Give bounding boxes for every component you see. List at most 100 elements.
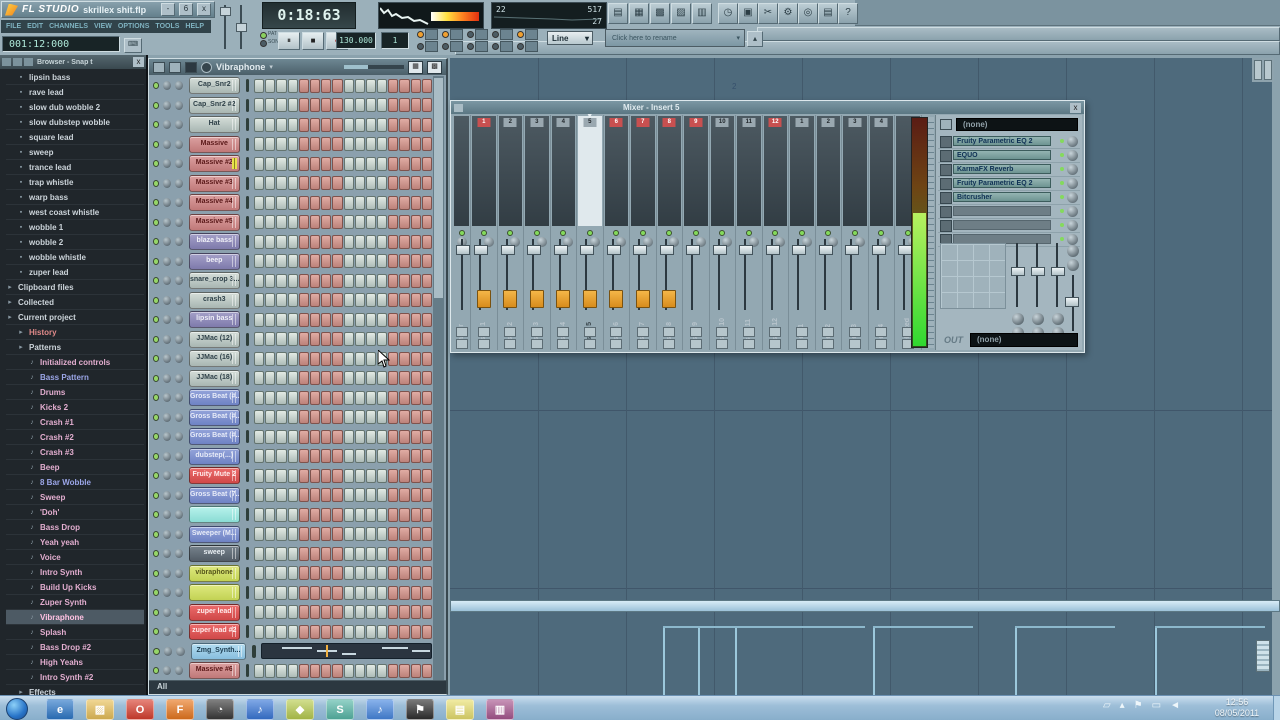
menu-tools[interactable]: TOOLS bbox=[155, 23, 179, 30]
track-link-button[interactable] bbox=[742, 339, 755, 349]
step-16[interactable] bbox=[421, 605, 432, 620]
open-folder-icon[interactable]: ▱ bbox=[1103, 700, 1111, 711]
channel-pan-knob[interactable] bbox=[163, 490, 172, 500]
step-8[interactable] bbox=[332, 527, 343, 542]
itunes-icon[interactable]: ♪ bbox=[246, 699, 274, 720]
step-11[interactable] bbox=[365, 156, 377, 171]
track-rec-button[interactable] bbox=[769, 327, 782, 337]
channel-button-fruity-mute-2[interactable]: Fruity Mute 2 bbox=[188, 467, 240, 485]
browser-item-lipsin-bass[interactable]: ▪ lipsin bass bbox=[6, 70, 144, 85]
step-16[interactable] bbox=[421, 566, 432, 581]
step-7[interactable] bbox=[321, 234, 332, 249]
step-4[interactable] bbox=[287, 371, 298, 386]
step-1[interactable] bbox=[254, 429, 265, 444]
pause-button[interactable]: ⏸ bbox=[278, 32, 300, 50]
step-12[interactable] bbox=[377, 488, 388, 503]
step-15[interactable] bbox=[410, 332, 421, 347]
step-9[interactable] bbox=[343, 624, 354, 639]
step-16[interactable] bbox=[421, 449, 432, 464]
step-16[interactable] bbox=[421, 117, 432, 132]
step-13[interactable] bbox=[388, 293, 399, 308]
step-4[interactable] bbox=[287, 468, 298, 483]
step-9[interactable] bbox=[343, 195, 354, 210]
track-fader[interactable] bbox=[845, 245, 859, 255]
step-2[interactable] bbox=[265, 390, 276, 405]
track-fader[interactable] bbox=[712, 245, 727, 255]
step-6[interactable] bbox=[309, 215, 321, 230]
channel-enable-led[interactable] bbox=[153, 647, 160, 655]
step-7[interactable] bbox=[321, 390, 332, 405]
track-rec-button[interactable] bbox=[557, 327, 570, 337]
step-10[interactable] bbox=[354, 624, 365, 639]
step-3[interactable] bbox=[276, 98, 287, 113]
step-12[interactable] bbox=[377, 273, 388, 288]
channel-enable-led[interactable] bbox=[153, 433, 160, 441]
step-11[interactable] bbox=[365, 624, 377, 639]
step-15[interactable] bbox=[410, 410, 421, 425]
browser-item-trap-whistle[interactable]: ▪ trap whistle bbox=[6, 175, 144, 190]
mixer-track-insert-10[interactable]: 10 Insert 10 bbox=[710, 115, 736, 350]
channel-enable-led[interactable] bbox=[153, 238, 160, 246]
step-11[interactable] bbox=[365, 429, 377, 444]
step-5[interactable] bbox=[298, 215, 309, 230]
step-9[interactable] bbox=[343, 176, 354, 191]
step-14[interactable] bbox=[399, 78, 410, 93]
mixer-titlebar[interactable]: Mixer - Insert 5 x bbox=[451, 101, 1084, 114]
step-7[interactable] bbox=[321, 137, 332, 152]
channel-volume-knob[interactable] bbox=[175, 627, 183, 637]
mixer-track-insert-8[interactable]: 8 Insert 8 bbox=[657, 115, 683, 350]
channel-volume-knob[interactable] bbox=[175, 276, 183, 286]
track-fader[interactable] bbox=[871, 245, 886, 255]
step-10[interactable] bbox=[354, 293, 365, 308]
step-16[interactable] bbox=[421, 546, 432, 561]
step-2[interactable] bbox=[265, 429, 276, 444]
channel-mute-indicator[interactable] bbox=[245, 352, 250, 366]
step-10[interactable] bbox=[354, 449, 365, 464]
step-12[interactable] bbox=[377, 78, 388, 93]
step-2[interactable] bbox=[265, 507, 276, 522]
step-13[interactable] bbox=[388, 117, 399, 132]
step-4[interactable] bbox=[287, 449, 298, 464]
step-5[interactable] bbox=[298, 449, 309, 464]
step-15[interactable] bbox=[410, 273, 421, 288]
browser-item-intro-synth[interactable]: ♪ Intro Synth bbox=[6, 565, 144, 580]
step-15[interactable] bbox=[410, 585, 421, 600]
track-fader[interactable] bbox=[580, 245, 594, 255]
step-9[interactable] bbox=[343, 351, 354, 366]
step-13[interactable] bbox=[388, 234, 399, 249]
step-9[interactable] bbox=[343, 137, 354, 152]
step-7[interactable] bbox=[321, 117, 332, 132]
fx-slot-2[interactable]: EQUO bbox=[938, 149, 1080, 163]
track-mute-led[interactable] bbox=[458, 230, 465, 236]
channel-volume-knob[interactable] bbox=[175, 217, 183, 227]
step-8[interactable] bbox=[332, 566, 343, 581]
step-13[interactable] bbox=[388, 254, 399, 269]
step-11[interactable] bbox=[365, 98, 377, 113]
track-link-button[interactable] bbox=[455, 339, 468, 349]
step-13[interactable] bbox=[388, 663, 399, 678]
step-11[interactable] bbox=[365, 273, 377, 288]
step-13[interactable] bbox=[388, 215, 399, 230]
step-7[interactable] bbox=[321, 176, 332, 191]
step-6[interactable] bbox=[309, 176, 321, 191]
channel-pan-knob[interactable] bbox=[163, 451, 172, 461]
track-fader[interactable] bbox=[818, 245, 833, 255]
channel-mute-indicator[interactable] bbox=[245, 215, 250, 229]
step-15[interactable] bbox=[410, 371, 421, 386]
step-13[interactable] bbox=[388, 332, 399, 347]
fx-preset-icon[interactable] bbox=[940, 119, 952, 130]
step-11[interactable] bbox=[365, 605, 377, 620]
channel-mute-indicator[interactable] bbox=[245, 274, 250, 288]
step-11[interactable] bbox=[365, 78, 377, 93]
step-4[interactable] bbox=[287, 605, 298, 620]
step-10[interactable] bbox=[354, 488, 365, 503]
channel-enable-led[interactable] bbox=[153, 667, 160, 675]
channel-enable-led[interactable] bbox=[153, 589, 160, 597]
step-4[interactable] bbox=[287, 351, 298, 366]
mixer-close-button[interactable]: x bbox=[1070, 102, 1081, 113]
step-16[interactable] bbox=[421, 624, 432, 639]
mixer-track-send-4[interactable]: 4Send 4 bbox=[869, 115, 895, 350]
step-10[interactable] bbox=[354, 234, 365, 249]
channel-button-blaze-bass[interactable]: blaze bass bbox=[188, 233, 240, 251]
fx-slot-5[interactable]: Bitcrusher bbox=[938, 191, 1080, 205]
